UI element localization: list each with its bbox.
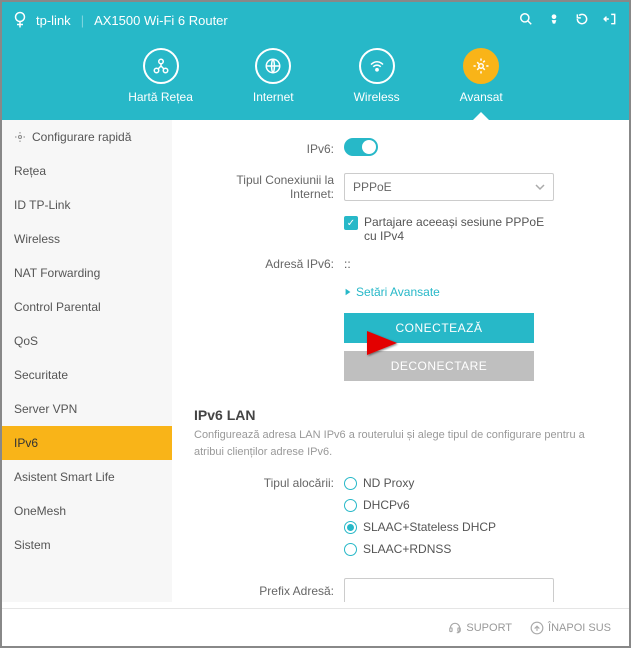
tab-label: Hartă Rețea [128,90,193,104]
checkbox-icon: ✓ [344,216,358,230]
tab-wireless[interactable]: Wireless [354,48,400,104]
back-top-label: ÎNAPOI SUS [548,622,611,634]
header-left: tp-link | AX1500 Wi-Fi 6 Router [14,11,228,29]
sidebar-item-label: QoS [14,334,38,348]
sidebar-item-smart-life[interactable]: Asistent Smart Life [2,460,172,494]
prefix-label: Prefix Adresă: [194,584,344,598]
conn-type-select[interactable]: PPPoE [344,173,554,201]
led-icon[interactable] [547,12,561,29]
brand-text: tp-link [36,13,71,28]
search-icon[interactable] [519,12,533,29]
header-actions [519,12,617,29]
logout-icon[interactable] [603,12,617,29]
radio-dhcpv6[interactable]: DHCPv6 [344,498,607,512]
prefix-input[interactable] [344,578,554,602]
radio-slaac-rdnss[interactable]: SLAAC+RDNSS [344,542,607,556]
adv-link-text: Setări Avansate [356,285,440,299]
ipv6-toggle[interactable] [344,138,378,156]
radio-nd-proxy[interactable]: ND Proxy [344,476,607,490]
arrow-up-circle-icon [530,621,544,635]
product-name: AX1500 Wi-Fi 6 Router [94,13,228,28]
sidebar-item-quick-setup[interactable]: Configurare rapidă [2,120,172,154]
disconnect-button-label: DECONECTARE [391,359,488,373]
gear-icon [14,131,26,143]
main-tabs: Hartă Rețea Internet Wireless Avansat [2,38,629,120]
share-session-checkbox[interactable]: ✓ Partajare aceeași sesiune PPPoE cu IPv… [344,215,607,243]
sidebar-item-label: Securitate [14,368,68,382]
sidebar-item-ipv6[interactable]: IPv6 [2,426,172,460]
chevron-down-icon [535,182,545,192]
ipv6-lan-title: IPv6 LAN [194,407,607,423]
sidebar-item-qos[interactable]: QoS [2,324,172,358]
footer: SUPORT ÎNAPOI SUS [2,608,629,646]
tab-network-map[interactable]: Hartă Rețea [128,48,193,104]
sidebar-item-tplink-id[interactable]: ID TP-Link [2,188,172,222]
globe-icon [255,48,291,84]
sidebar: Configurare rapidă Rețea ID TP-Link Wire… [2,120,172,602]
ipv6-addr-value: :: [344,257,607,271]
sidebar-item-label: OneMesh [14,504,66,518]
ipv6-lan-desc: Configurează adresa LAN IPv6 a routerulu… [194,427,607,460]
triangle-right-icon [344,288,352,296]
gear-icon [463,48,499,84]
radio-slaac-stateless[interactable]: SLAAC+Stateless DHCP [344,520,607,534]
connect-button-label: CONECTEAZĂ [395,321,482,335]
conn-type-label: Tipul Conexiunii la Internet: [194,173,344,201]
conn-type-value: PPPoE [353,180,392,194]
reboot-icon[interactable] [575,12,589,29]
radio-icon [344,543,357,556]
radio-icon [344,521,357,534]
back-to-top-button[interactable]: ÎNAPOI SUS [530,621,611,635]
ipv6-label: IPv6: [194,142,344,156]
radio-icon [344,477,357,490]
sidebar-item-label: Asistent Smart Life [14,470,115,484]
sidebar-item-label: Configurare rapidă [32,130,131,144]
wifi-icon [359,48,395,84]
sidebar-item-parental[interactable]: Control Parental [2,290,172,324]
sidebar-item-label: Sistem [14,538,51,552]
sidebar-item-label: Rețea [14,164,46,178]
tab-label: Internet [253,90,294,104]
sidebar-item-vpn[interactable]: Server VPN [2,392,172,426]
support-label: SUPORT [466,622,512,634]
connect-button[interactable]: CONECTEAZĂ [344,313,534,343]
support-button[interactable]: SUPORT [448,621,512,635]
network-map-icon [143,48,179,84]
sidebar-item-network[interactable]: Rețea [2,154,172,188]
sidebar-item-label: ID TP-Link [14,198,70,212]
radio-label: SLAAC+Stateless DHCP [363,520,496,534]
tab-internet[interactable]: Internet [253,48,294,104]
sidebar-item-label: Wireless [14,232,60,246]
sidebar-item-onemesh[interactable]: OneMesh [2,494,172,528]
radio-label: ND Proxy [363,476,414,490]
advanced-settings-link[interactable]: Setări Avansate [344,285,607,299]
header: tp-link | AX1500 Wi-Fi 6 Router [2,2,629,38]
disconnect-button[interactable]: DECONECTARE [344,351,534,381]
radio-label: SLAAC+RDNSS [363,542,451,556]
sidebar-item-label: Server VPN [14,402,77,416]
sidebar-item-label: Control Parental [14,300,101,314]
share-label: Partajare aceeași sesiune PPPoE cu IPv4 [364,215,554,243]
radio-label: DHCPv6 [363,498,410,512]
ipv6-addr-label: Adresă IPv6: [194,257,344,271]
sidebar-item-label: IPv6 [14,436,38,450]
tplink-logo-icon [14,11,32,29]
tab-label: Wireless [354,90,400,104]
sidebar-item-label: NAT Forwarding [14,266,100,280]
sidebar-item-nat[interactable]: NAT Forwarding [2,256,172,290]
header-divider: | [81,13,84,28]
content: IPv6: Tipul Conexiunii la Internet: PPPo… [172,120,629,602]
alloc-type-label: Tipul alocării: [194,476,344,490]
sidebar-item-security[interactable]: Securitate [2,358,172,392]
sidebar-item-system[interactable]: Sistem [2,528,172,562]
sidebar-item-wireless[interactable]: Wireless [2,222,172,256]
tab-advanced[interactable]: Avansat [460,48,503,104]
tab-label: Avansat [460,90,503,104]
radio-icon [344,499,357,512]
headset-icon [448,621,462,635]
logo: tp-link [14,11,71,29]
body: Configurare rapidă Rețea ID TP-Link Wire… [2,120,629,602]
